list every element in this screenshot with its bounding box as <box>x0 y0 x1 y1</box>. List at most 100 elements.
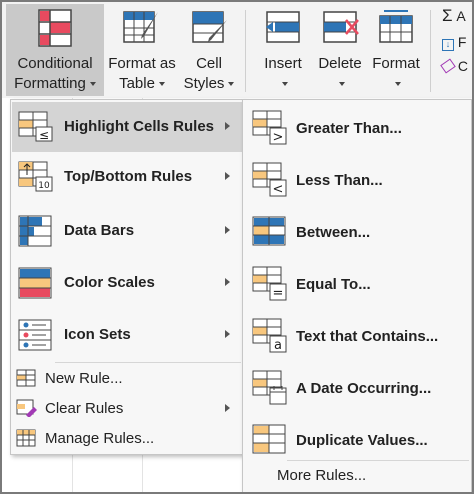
format-as-table-button[interactable]: Format as Table <box>106 4 178 96</box>
submenu-item-greater-than[interactable]: > Greater Than... <box>244 102 470 154</box>
delete-cells-icon <box>320 8 360 53</box>
submenu-item-equal-to[interactable]: = Equal To... <box>244 258 470 310</box>
fill-button[interactable]: ↓ F <box>442 34 466 51</box>
menu-item-icon-sets[interactable]: Icon Sets <box>12 310 242 360</box>
svg-text:a: a <box>274 338 282 353</box>
submenu-item-label: Between... <box>296 224 371 241</box>
insert-cells-icon <box>263 8 303 53</box>
highlight-cells-rules-submenu: > Greater Than... < Less Than... Between… <box>242 99 472 492</box>
insert-dropdown <box>254 74 312 93</box>
delete-label: Delete <box>318 55 362 72</box>
submenu-arrow-icon <box>225 278 230 286</box>
format-as-table-icon <box>122 8 162 53</box>
menu-item-clear-rules[interactable]: Clear Rules <box>12 393 242 423</box>
menu-item-label: New Rule... <box>45 370 123 387</box>
submenu-separator <box>287 460 469 461</box>
clear-button[interactable]: C <box>440 58 469 74</box>
conditional-formatting-icon <box>37 8 73 53</box>
icon-sets-icon <box>18 319 54 351</box>
manage-rules-icon <box>16 429 38 447</box>
greater-than-icon: > <box>252 110 288 146</box>
data-bars-icon <box>18 215 54 247</box>
submenu-item-label: Duplicate Values... <box>296 432 428 449</box>
menu-item-label: Top/Bottom Rules <box>64 168 193 185</box>
clear-rules-icon <box>16 399 38 418</box>
submenu-arrow-icon <box>225 330 230 338</box>
dropdown-caret-icon <box>339 82 345 87</box>
fill-label: F <box>457 34 467 50</box>
svg-text:10: 10 <box>38 181 50 191</box>
eraser-icon <box>440 58 456 74</box>
submenu-arrow-icon <box>225 172 230 180</box>
submenu-item-text-contains[interactable]: a Text that Contains... <box>244 310 470 362</box>
conditional-formatting-menu: ≤ Highlight Cells Rules 10 Top/Bottom Ru… <box>10 99 244 455</box>
equal-to-icon: = <box>252 266 288 302</box>
text-contains-icon: a <box>252 318 288 354</box>
submenu-item-label: Less Than... <box>296 172 383 189</box>
delete-button[interactable]: Delete <box>312 4 368 96</box>
submenu-item-label: Greater Than... <box>296 120 402 137</box>
fill-down-icon: ↓ <box>442 39 454 51</box>
format-dropdown <box>368 74 424 93</box>
between-icon <box>252 214 288 250</box>
cell-styles-label-line1: Cell <box>196 55 222 72</box>
dropdown-caret-icon <box>89 82 96 87</box>
conditional-formatting-label-line2: Formatting <box>6 74 104 93</box>
autosum-button[interactable]: Σ A <box>442 6 466 26</box>
menu-item-label: Color Scales <box>64 274 155 291</box>
insert-button[interactable]: Insert <box>254 4 312 96</box>
conditional-formatting-button[interactable]: Conditional Formatting <box>6 4 104 96</box>
dropdown-caret-icon <box>158 82 165 87</box>
menu-item-top-bottom-rules[interactable]: 10 Top/Bottom Rules <box>12 152 242 202</box>
clear-label: C <box>457 58 469 74</box>
format-cells-icon <box>376 8 416 53</box>
submenu-item-label: Equal To... <box>296 276 371 293</box>
menu-item-manage-rules[interactable]: Manage Rules... <box>12 423 242 453</box>
menu-item-data-bars[interactable]: Data Bars <box>12 206 242 256</box>
sigma-icon: Σ <box>442 6 453 25</box>
submenu-arrow-icon <box>225 226 230 234</box>
cell-styles-label-line2: Styles <box>180 74 238 93</box>
submenu-arrow-icon <box>225 404 230 412</box>
format-as-table-label-line1: Format as <box>108 55 176 72</box>
format-as-table-label-line2: Table <box>106 74 178 93</box>
submenu-item-date-occurring[interactable]: A Date Occurring... <box>244 362 470 414</box>
menu-item-label: Clear Rules <box>45 400 124 417</box>
submenu-item-label: Text that Contains... <box>296 328 439 345</box>
autosum-label: A <box>456 8 466 24</box>
menu-item-new-rule[interactable]: New Rule... <box>12 363 242 393</box>
ribbon-separator <box>245 10 246 92</box>
ribbon-styles-cells-group: Conditional Formatting Format as Table C… <box>2 2 472 98</box>
duplicate-values-icon <box>252 422 288 458</box>
menu-item-label: Highlight Cells Rules <box>64 118 215 135</box>
svg-text:≤: ≤ <box>39 128 49 142</box>
new-rule-icon <box>16 369 38 387</box>
less-than-icon: < <box>252 162 288 198</box>
color-scales-icon <box>18 267 54 299</box>
ribbon-separator <box>430 10 431 92</box>
menu-item-label: Data Bars <box>64 222 135 239</box>
menu-item-highlight-cells-rules[interactable]: ≤ Highlight Cells Rules <box>12 102 242 152</box>
svg-text:>: > <box>273 130 284 145</box>
excel-window: Conditional Formatting Format as Table C… <box>0 0 474 494</box>
format-button[interactable]: Format <box>368 4 424 96</box>
menu-item-label: Manage Rules... <box>45 430 155 447</box>
more-rules-item[interactable]: More Rules... <box>277 467 366 484</box>
top-bottom-rules-icon: 10 <box>18 161 54 193</box>
highlight-cells-rules-icon: ≤ <box>18 111 54 143</box>
conditional-formatting-label-line1: Conditional <box>17 55 93 72</box>
submenu-item-between[interactable]: Between... <box>244 206 470 258</box>
cell-styles-button[interactable]: Cell Styles <box>180 4 238 96</box>
submenu-arrow-icon <box>225 122 230 130</box>
submenu-item-label: A Date Occurring... <box>296 380 432 397</box>
insert-label: Insert <box>264 55 302 72</box>
format-label: Format <box>372 55 420 72</box>
svg-text:=: = <box>273 286 284 301</box>
dropdown-caret-icon <box>395 82 401 87</box>
date-occurring-icon <box>252 370 288 406</box>
menu-item-color-scales[interactable]: Color Scales <box>12 258 242 308</box>
submenu-item-duplicate-values[interactable]: Duplicate Values... <box>244 414 470 466</box>
dropdown-caret-icon <box>282 82 288 87</box>
svg-text:<: < <box>273 182 284 197</box>
submenu-item-less-than[interactable]: < Less Than... <box>244 154 470 206</box>
